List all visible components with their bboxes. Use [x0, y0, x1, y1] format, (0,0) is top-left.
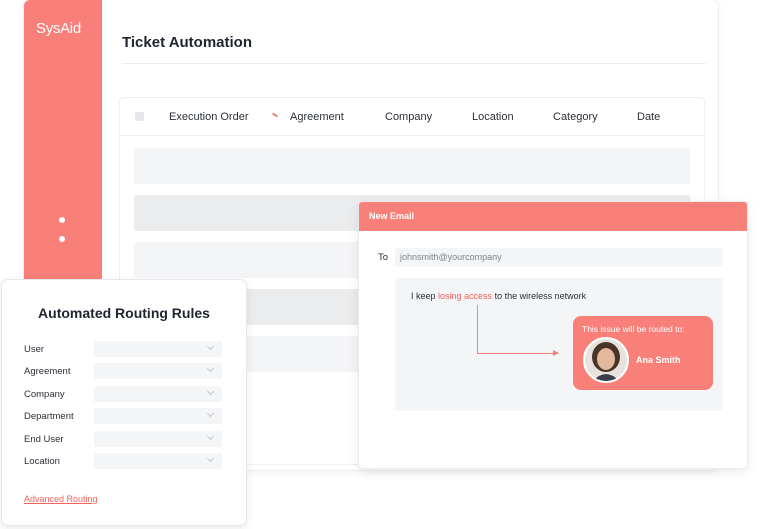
divider — [122, 63, 706, 64]
column-header-execution-order[interactable]: Execution Order — [169, 111, 248, 123]
column-header-location[interactable]: Location — [472, 111, 514, 123]
arrow-right-icon — [553, 350, 559, 356]
chevron-down-icon — [206, 342, 215, 351]
select-all-checkbox-icon[interactable] — [135, 112, 144, 121]
rule-label: Location — [24, 456, 60, 467]
chevron-down-icon — [206, 364, 215, 373]
person-avatar-icon — [585, 339, 627, 381]
rule-row-company: Company — [24, 386, 224, 402]
message-text: I keep losing access to the wireless net… — [411, 291, 586, 301]
routing-rules-panel: Automated Routing Rules — [2, 280, 246, 525]
chevron-down-icon — [206, 409, 215, 418]
panel-title: Automated Routing Rules — [38, 305, 210, 321]
column-header-agreement[interactable]: Agreement — [290, 111, 344, 123]
email-header: New Email — [359, 202, 747, 231]
routing-result-card: This issue will be routed to: Ana Smith — [573, 316, 713, 390]
new-email-panel: New Email To johnsmith@yourcompany I kee… — [359, 202, 747, 468]
agreement-select[interactable] — [94, 363, 222, 379]
rule-row-department: Department — [24, 408, 224, 424]
chevron-down-icon — [206, 454, 215, 463]
rule-label: Agreement — [24, 366, 71, 377]
avatar — [583, 337, 629, 383]
rule-row-location: Location — [24, 453, 224, 469]
logo-mark: . — [80, 23, 83, 29]
to-value: johnsmith@yourcompany — [400, 252, 502, 262]
rule-row-user: User — [24, 341, 224, 357]
user-select[interactable] — [94, 341, 222, 357]
sidebar-nav-dot[interactable] — [59, 236, 65, 242]
rule-row-end-user: End User — [24, 431, 224, 447]
column-header-category[interactable]: Category — [553, 111, 598, 123]
rule-label: Company — [24, 389, 65, 400]
chevron-down-icon — [206, 387, 215, 396]
message-suffix: to the wireless network — [492, 291, 587, 301]
advanced-routing-link[interactable]: Advanced Routing — [24, 494, 98, 504]
chevron-down-icon — [206, 432, 215, 441]
department-select[interactable] — [94, 408, 222, 424]
sysaid-logo[interactable]: SysAid. — [36, 20, 83, 37]
column-header-company[interactable]: Company — [385, 111, 432, 123]
rule-label: Department — [24, 411, 74, 422]
to-label: To — [378, 252, 389, 263]
column-header-date[interactable]: Date — [637, 111, 660, 123]
page-title: Ticket Automation — [122, 34, 253, 51]
location-select[interactable] — [94, 453, 222, 469]
company-select[interactable] — [94, 386, 222, 402]
logo-text: SysAid — [36, 20, 81, 37]
end-user-select[interactable] — [94, 431, 222, 447]
table-row[interactable] — [134, 148, 690, 184]
routing-caption: This issue will be routed to: — [582, 324, 685, 334]
sidebar-nav-dot[interactable] — [59, 217, 65, 223]
rule-label: User — [24, 344, 45, 355]
email-title: New Email — [369, 211, 415, 221]
to-field[interactable]: johnsmith@yourcompany — [395, 248, 723, 267]
highlighted-keyword: losing access — [438, 291, 493, 301]
sort-indicator-icon — [271, 112, 279, 118]
assignee-name: Ana Smith — [636, 355, 681, 365]
email-body[interactable]: I keep losing access to the wireless net… — [395, 278, 723, 411]
rule-row-agreement: Agreement — [24, 363, 224, 379]
message-prefix: I keep — [411, 291, 439, 301]
table-header: Execution Order Agreement Company Locati… — [120, 98, 704, 136]
connector-line — [477, 305, 478, 353]
rule-label: End User — [24, 434, 64, 445]
connector-line — [477, 353, 557, 354]
